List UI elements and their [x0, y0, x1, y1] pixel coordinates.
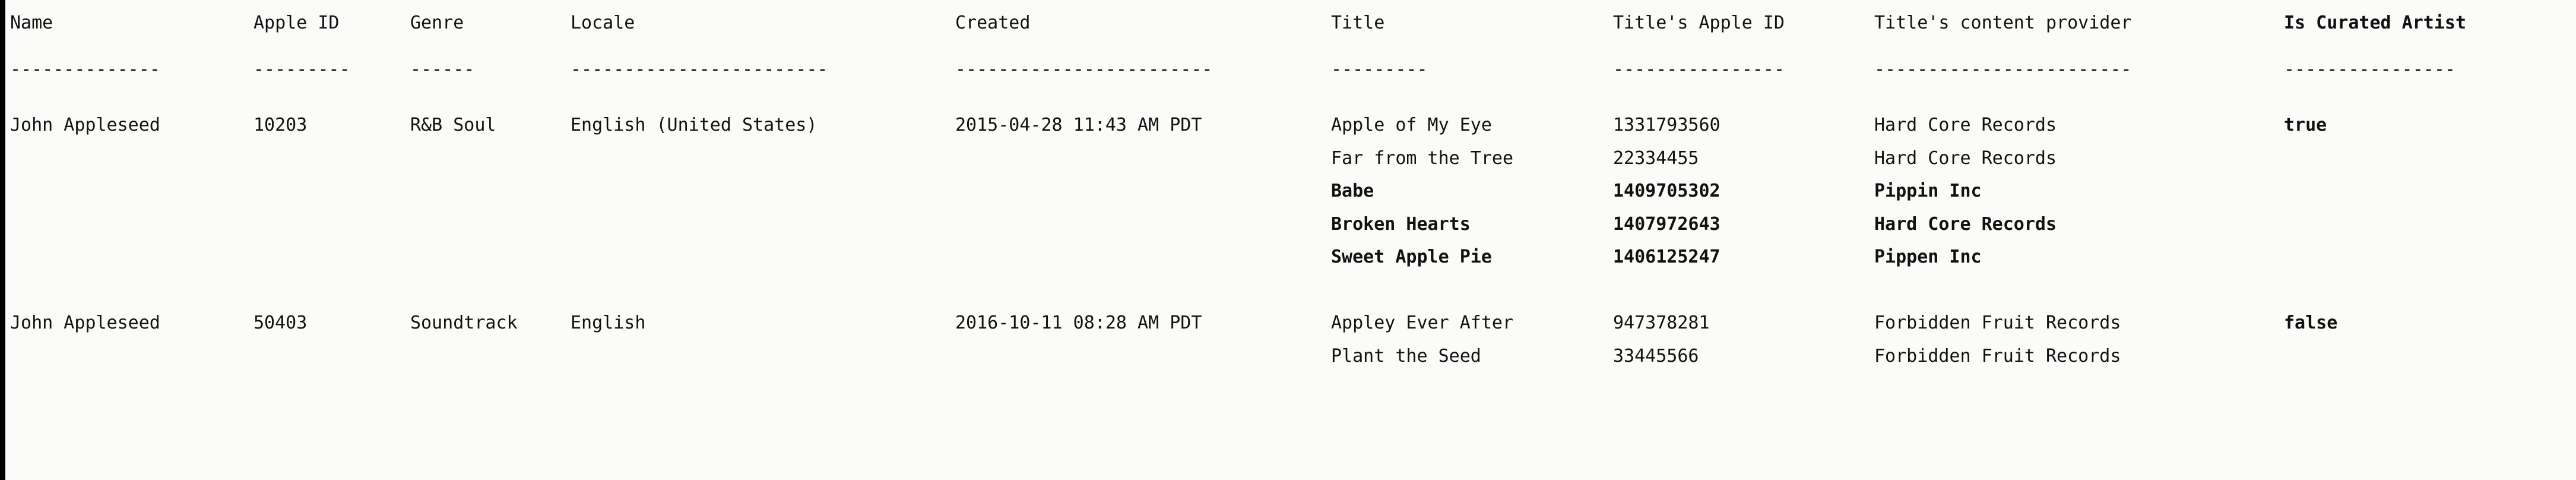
cell-created: 2015-04-28 11:43 AM PDT [955, 115, 1202, 135]
cell-provider: Hard Core Records [1874, 115, 2057, 135]
column-rule-genre: ------ [410, 59, 475, 80]
column-header-title-apple-id: Title's Apple ID [1613, 12, 1785, 33]
column-header-created: Created [955, 12, 1031, 33]
cell-title-id: 1407972643 [1613, 213, 1720, 235]
cell-title-id: 1409705302 [1613, 181, 1720, 201]
cell-provider: Hard Core Records [1874, 213, 2057, 235]
cell-title-id: 22334455 [1613, 147, 1699, 169]
cell-name: John Appleseed [10, 115, 160, 135]
column-rule-title: --------- [1331, 59, 1428, 80]
plaintext-table-sheet: Name Apple ID Genre Locale Created Title… [0, 0, 2576, 480]
column-header-apple-id: Apple ID [254, 12, 340, 33]
column-header-title: Title [1331, 12, 1385, 33]
cell-title: Plant the Seed [1331, 345, 1481, 367]
cell-title-id: 947378281 [1613, 312, 1710, 333]
column-header-title-content-provider: Title's content provider [1874, 12, 2132, 33]
cell-title-id: 1406125247 [1613, 247, 1720, 267]
cell-locale: English [571, 312, 646, 333]
cell-apple-id: 50403 [254, 312, 308, 333]
cell-title: Babe [1331, 181, 1374, 201]
column-rule-title-apple-id: ---------------- [1613, 59, 1785, 80]
cell-name: John Appleseed [10, 312, 160, 333]
table-header-rule-row: -------------- --------- ------ --------… [5, 57, 2455, 82]
cell-curated: true [2284, 115, 2327, 135]
cell-genre: Soundtrack [410, 312, 518, 333]
column-header-is-curated-artist: Is Curated Artist [2284, 12, 2467, 33]
column-rule-name: -------------- [10, 59, 160, 80]
column-rule-title-content-provider: ------------------------ [1874, 59, 2132, 80]
cell-provider: Pippin Inc [1874, 181, 1982, 201]
column-rule-apple-id: --------- [254, 59, 350, 80]
column-header-locale: Locale [571, 12, 635, 33]
cell-provider: Pippen Inc [1874, 247, 1982, 267]
cell-curated: false [2284, 312, 2338, 333]
cell-title: Sweet Apple Pie [1331, 247, 1492, 267]
cell-provider: Forbidden Fruit Records [1874, 312, 2121, 333]
cell-provider: Forbidden Fruit Records [1874, 345, 2121, 367]
cell-created: 2016-10-11 08:28 AM PDT [955, 312, 1202, 333]
column-header-name: Name [10, 12, 53, 33]
column-rule-is-curated-artist: ---------------- [2284, 59, 2455, 80]
cell-title-id: 1331793560 [1613, 115, 1720, 135]
cell-genre: R&B Soul [410, 115, 496, 135]
column-rule-locale: ------------------------ [571, 59, 828, 80]
cell-title: Broken Hearts [1331, 213, 1471, 235]
table-header-row: Name Apple ID Genre Locale Created Title… [5, 11, 2466, 36]
cell-apple-id: 10203 [254, 115, 308, 135]
cell-title-id: 33445566 [1613, 345, 1699, 367]
column-rule-created: ------------------------ [955, 59, 1213, 80]
cell-title: Far from the Tree [1331, 147, 1514, 169]
cell-title: Appley Ever After [1331, 312, 1514, 333]
cell-provider: Hard Core Records [1874, 147, 2057, 169]
column-header-genre: Genre [410, 12, 464, 33]
cell-locale: English (United States) [571, 115, 818, 135]
cell-title: Apple of My Eye [1331, 115, 1492, 135]
